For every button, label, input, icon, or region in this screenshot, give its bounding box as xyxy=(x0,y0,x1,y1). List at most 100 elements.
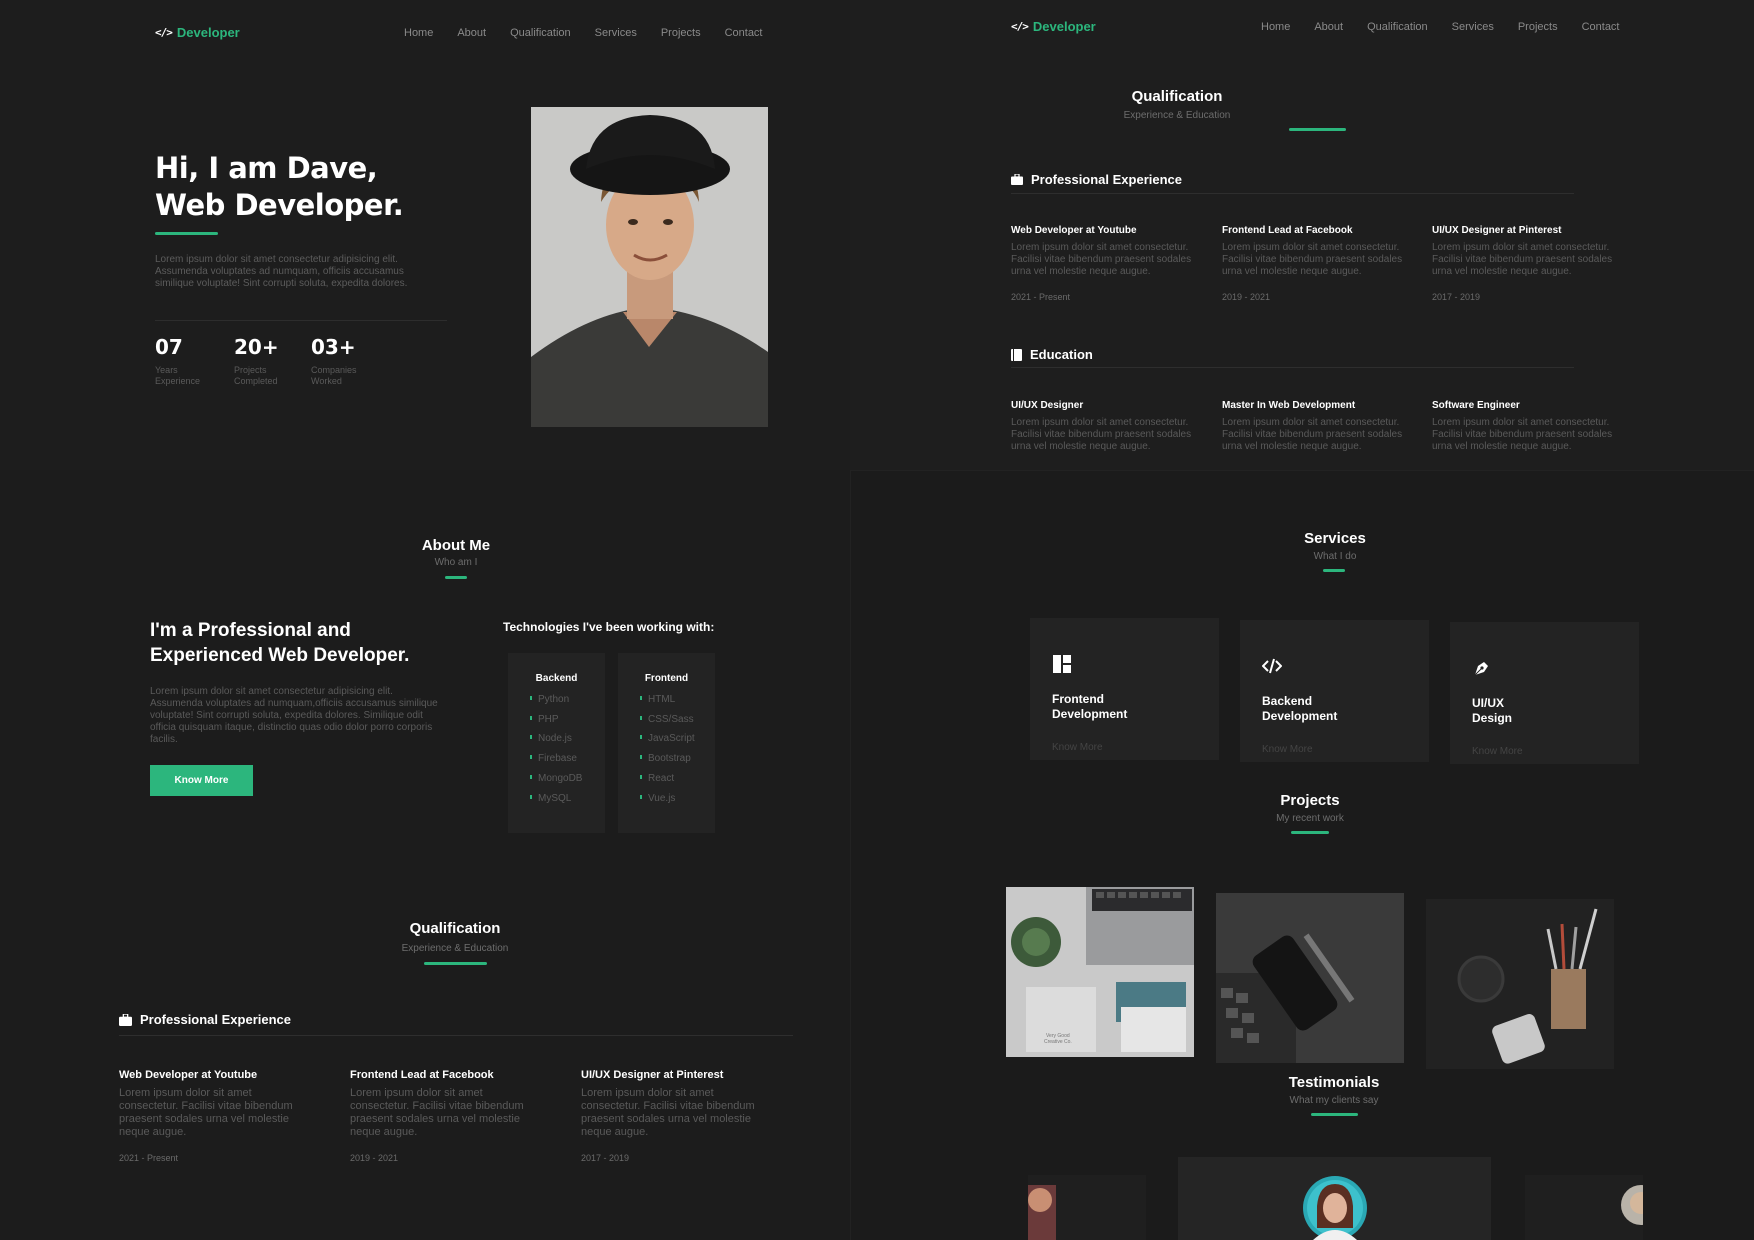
nav-contact[interactable]: Contact xyxy=(1582,21,1620,33)
logo-text: Developer xyxy=(1032,19,1096,34)
stat-years: 07 Years Experience xyxy=(155,335,215,387)
education-item: Master In Web Development Lorem ipsum do… xyxy=(1222,400,1403,452)
project-image-3[interactable] xyxy=(1426,899,1614,1069)
logo-text: Developer xyxy=(176,25,240,40)
nav-links: Home About Qualification Services Projec… xyxy=(1261,21,1620,33)
experience-item: Frontend Lead at Facebook Lorem ipsum do… xyxy=(1222,225,1403,302)
nav-home[interactable]: Home xyxy=(404,27,433,39)
nav-about[interactable]: About xyxy=(457,27,486,39)
project-image-2[interactable] xyxy=(1216,893,1404,1063)
experience-heading: Professional Experience xyxy=(1011,172,1182,187)
backend-card: Backend Python PHP Node.js Firebase Mong… xyxy=(508,653,605,833)
list-item: Firebase xyxy=(530,749,605,769)
hero-title: Hi, I am Dave, Web Developer. xyxy=(155,150,404,224)
nav-services[interactable]: Services xyxy=(1452,21,1494,33)
project-image-1[interactable]: Very Good Creative Co. xyxy=(1006,887,1194,1057)
experience-item: Web Developer at Youtube Lorem ipsum dol… xyxy=(1011,225,1192,302)
qualification-panel: </> Developer Home About Qualification S… xyxy=(850,0,1754,470)
experience-item: Web Developer at Youtube Lorem ipsum dol… xyxy=(119,1069,293,1163)
know-more-button[interactable]: Know More xyxy=(150,765,253,796)
testimonial-card-prev[interactable] xyxy=(1028,1175,1146,1240)
section-accent-bar xyxy=(445,576,467,579)
service-card-backend[interactable]: Backend Development Know More xyxy=(1240,620,1429,762)
experience-heading: Professional Experience xyxy=(119,1012,291,1027)
list-item: MongoDB xyxy=(530,769,605,789)
tech-heading: Technologies I've been working with: xyxy=(503,620,715,634)
list-item: MySQL xyxy=(530,789,605,809)
nav-contact[interactable]: Contact xyxy=(725,27,763,39)
divider xyxy=(119,1035,793,1036)
book-icon xyxy=(1011,348,1022,361)
service-title: UI/UX Design xyxy=(1472,696,1513,725)
education-item: Software Engineer Lorem ipsum dolor sit … xyxy=(1432,400,1613,452)
hero-title-line1: Hi, I am Dave, xyxy=(155,151,378,185)
nav-about[interactable]: About xyxy=(1314,21,1343,33)
section-title: Qualification xyxy=(409,920,501,937)
navbar: </> Developer Home About Qualification S… xyxy=(850,0,1754,64)
stat-companies: 03+ Companies Worked xyxy=(311,335,371,387)
nav-services[interactable]: Services xyxy=(595,27,637,39)
testimonial-card-next[interactable] xyxy=(1525,1175,1643,1240)
experience-item: Frontend Lead at Facebook Lorem ipsum do… xyxy=(350,1069,524,1163)
service-card-uiux[interactable]: UI/UX Design Know More xyxy=(1450,622,1639,764)
know-more-link[interactable]: Know More xyxy=(1052,742,1103,753)
testimonial-card-active[interactable] xyxy=(1178,1157,1491,1240)
stat-label: Projects Completed xyxy=(234,365,278,386)
stat-value: 03+ xyxy=(311,335,356,359)
code-icon xyxy=(1262,658,1282,674)
stat-value: 20+ xyxy=(234,335,279,359)
card-text-2: Creative Co. xyxy=(1044,1039,1072,1045)
know-more-link[interactable]: Know More xyxy=(1262,744,1313,755)
backend-title: Backend xyxy=(535,673,578,684)
list-item: PHP xyxy=(530,710,605,730)
about-heading: I'm a Professional and Experienced Web De… xyxy=(150,620,410,666)
service-title: Frontend Development xyxy=(1052,692,1128,721)
service-title: Backend Development xyxy=(1262,694,1338,723)
list-item: Bootstrap xyxy=(640,749,715,769)
client-avatar xyxy=(1303,1176,1367,1240)
section-title: Testimonials xyxy=(1288,1074,1380,1091)
hero-description: Lorem ipsum dolor sit amet consectetur a… xyxy=(155,254,408,289)
nav-home[interactable]: Home xyxy=(1261,21,1290,33)
nav-projects[interactable]: Projects xyxy=(1518,21,1558,33)
hero-divider xyxy=(155,320,447,321)
briefcase-icon xyxy=(1011,174,1023,185)
divider xyxy=(1011,193,1574,194)
section-title: Projects xyxy=(1280,792,1340,809)
backend-list: Python PHP Node.js Firebase MongoDB MySQ… xyxy=(508,690,605,808)
divider xyxy=(1011,367,1574,368)
frontend-card: Frontend HTML CSS/Sass JavaScript Bootst… xyxy=(618,653,715,833)
nav-links: Home About Qualification Services Projec… xyxy=(404,27,763,39)
hero-title-line2: Web Developer. xyxy=(155,188,404,222)
section-subtitle: What I do xyxy=(1313,551,1357,562)
about-description: Lorem ipsum dolor sit amet consectetur a… xyxy=(150,686,438,745)
nav-qualification[interactable]: Qualification xyxy=(510,27,571,39)
nav-qualification[interactable]: Qualification xyxy=(1367,21,1428,33)
experience-item: UI/UX Designer at Pinterest Lorem ipsum … xyxy=(1432,225,1613,302)
navbar: </> Developer Home About Qualification S… xyxy=(0,0,850,64)
logo[interactable]: </> Developer xyxy=(155,25,240,40)
stat-projects: 20+ Projects Completed xyxy=(234,335,294,387)
stat-value: 07 xyxy=(155,335,183,359)
client-avatar xyxy=(1028,1185,1056,1240)
list-item: CSS/Sass xyxy=(640,710,715,730)
experience-item: UI/UX Designer at Pinterest Lorem ipsum … xyxy=(581,1069,755,1163)
section-subtitle: Who am I xyxy=(434,557,478,568)
section-title: Qualification xyxy=(1131,88,1223,105)
section-accent-bar xyxy=(1311,1113,1358,1116)
list-item: HTML xyxy=(640,690,715,710)
hero-panel: </> Developer Home About Qualification S… xyxy=(0,0,850,470)
section-accent-bar xyxy=(1289,128,1346,131)
list-item: React xyxy=(640,769,715,789)
section-accent-bar xyxy=(424,962,487,965)
nav-projects[interactable]: Projects xyxy=(661,27,701,39)
logo[interactable]: </> Developer xyxy=(1011,19,1096,34)
section-accent-bar xyxy=(1323,569,1345,572)
know-more-link[interactable]: Know More xyxy=(1472,746,1523,757)
section-title: About Me xyxy=(421,537,491,554)
frontend-list: HTML CSS/Sass JavaScript Bootstrap React… xyxy=(618,690,715,808)
education-heading: Education xyxy=(1011,347,1093,362)
service-card-frontend[interactable]: Frontend Development Know More xyxy=(1030,618,1219,760)
section-subtitle: Experience & Education xyxy=(401,943,509,954)
education-item: UI/UX Designer Lorem ipsum dolor sit ame… xyxy=(1011,400,1192,452)
